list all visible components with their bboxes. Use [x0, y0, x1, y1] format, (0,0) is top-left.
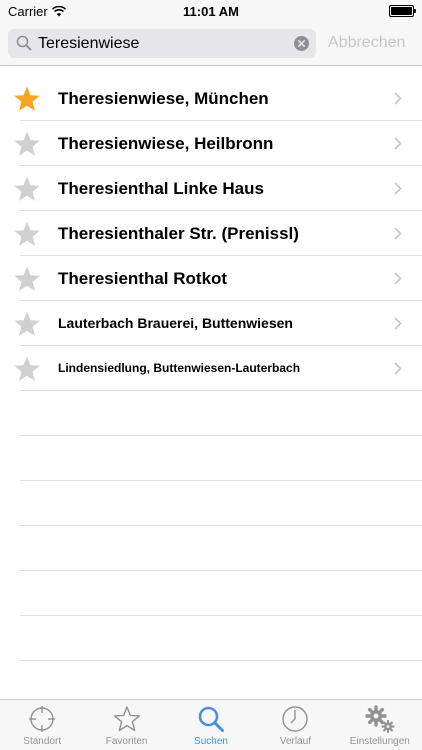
star-icon[interactable]: [13, 175, 41, 203]
chevron-right-icon: [394, 227, 402, 240]
battery-icon: [389, 5, 416, 17]
search-bar: Abbrechen: [0, 22, 422, 66]
result-row[interactable]: Theresienthal Rotkot: [0, 256, 422, 301]
search-icon: [198, 706, 225, 732]
screen: Carrier 11:01 AM Abbrechen: [0, 0, 422, 750]
chevron-right-icon: [394, 137, 402, 150]
result-label: Theresienthal Rotkot: [58, 269, 228, 288]
empty-row: [0, 526, 422, 571]
tab-label: Standort: [23, 736, 62, 747]
gear-icon: [365, 705, 395, 733]
tab-label: Suchen: [194, 736, 228, 747]
result-label: Theresienwiese, München: [58, 89, 269, 108]
result-row[interactable]: Lindensiedlung, Buttenwiesen-Lauterbach: [0, 346, 422, 391]
chevron-right-icon: [394, 317, 402, 330]
search-field[interactable]: [8, 29, 316, 58]
crosshair-icon: [29, 706, 56, 732]
search-input[interactable]: [38, 29, 288, 58]
star-icon[interactable]: [13, 355, 41, 383]
cancel-button[interactable]: Abbrechen: [328, 34, 405, 52]
star-icon[interactable]: [13, 220, 41, 248]
tab-standort[interactable]: Standort: [0, 700, 84, 750]
chevron-right-icon: [394, 92, 402, 105]
favorite-star-icon[interactable]: [13, 85, 41, 113]
tab-einstellungen[interactable]: Einstellungen: [338, 700, 422, 750]
result-row[interactable]: Theresienwiese, Heilbronn: [0, 121, 422, 166]
result-row[interactable]: Theresienwiese, München: [0, 76, 422, 121]
status-bar: Carrier 11:01 AM: [0, 0, 422, 22]
clock-icon: [282, 706, 309, 732]
tab-verlauf[interactable]: Verlauf: [253, 700, 337, 750]
results-list: Theresienwiese, München Theresienwiese, H…: [0, 76, 422, 661]
star-icon[interactable]: [13, 310, 41, 338]
empty-row: [0, 391, 422, 436]
chevron-right-icon: [394, 182, 402, 195]
result-row[interactable]: Theresienthaler Str. (Prenissl): [0, 211, 422, 256]
result-label: Lindensiedlung, Buttenwiesen-Lauterbach: [58, 361, 301, 375]
empty-row: [0, 481, 422, 526]
tab-label: Favoriten: [105, 736, 148, 747]
result-label: Lauterbach Brauerei, Buttenwiesen: [58, 315, 293, 331]
empty-row: [0, 436, 422, 481]
chevron-right-icon: [394, 362, 402, 375]
clear-search-icon[interactable]: [294, 36, 309, 51]
star-icon: [113, 706, 140, 732]
result-label: Theresienwiese, Heilbronn: [58, 134, 274, 153]
status-time: 11:01 AM: [183, 4, 239, 19]
tab-suchen[interactable]: Suchen: [169, 700, 253, 750]
tab-label: Einstellungen: [349, 736, 410, 747]
magnifier-icon: [16, 35, 32, 51]
chevron-right-icon: [394, 272, 402, 285]
empty-row: [0, 571, 422, 616]
tab-label: Verlauf: [279, 736, 311, 747]
result-row[interactable]: Theresienthal Linke Haus: [0, 166, 422, 211]
star-icon[interactable]: [13, 130, 41, 158]
result-label: Theresienthal Linke Haus: [58, 179, 264, 198]
result-row[interactable]: Lauterbach Brauerei, Buttenwiesen: [0, 301, 422, 346]
empty-row: [0, 616, 422, 661]
star-icon[interactable]: [13, 265, 41, 293]
tab-bar: Standort Favoriten Suchen Verlauf Einste…: [0, 699, 422, 750]
tab-favoriten[interactable]: Favoriten: [84, 700, 168, 750]
result-label: Theresienthaler Str. (Prenissl): [58, 224, 299, 243]
